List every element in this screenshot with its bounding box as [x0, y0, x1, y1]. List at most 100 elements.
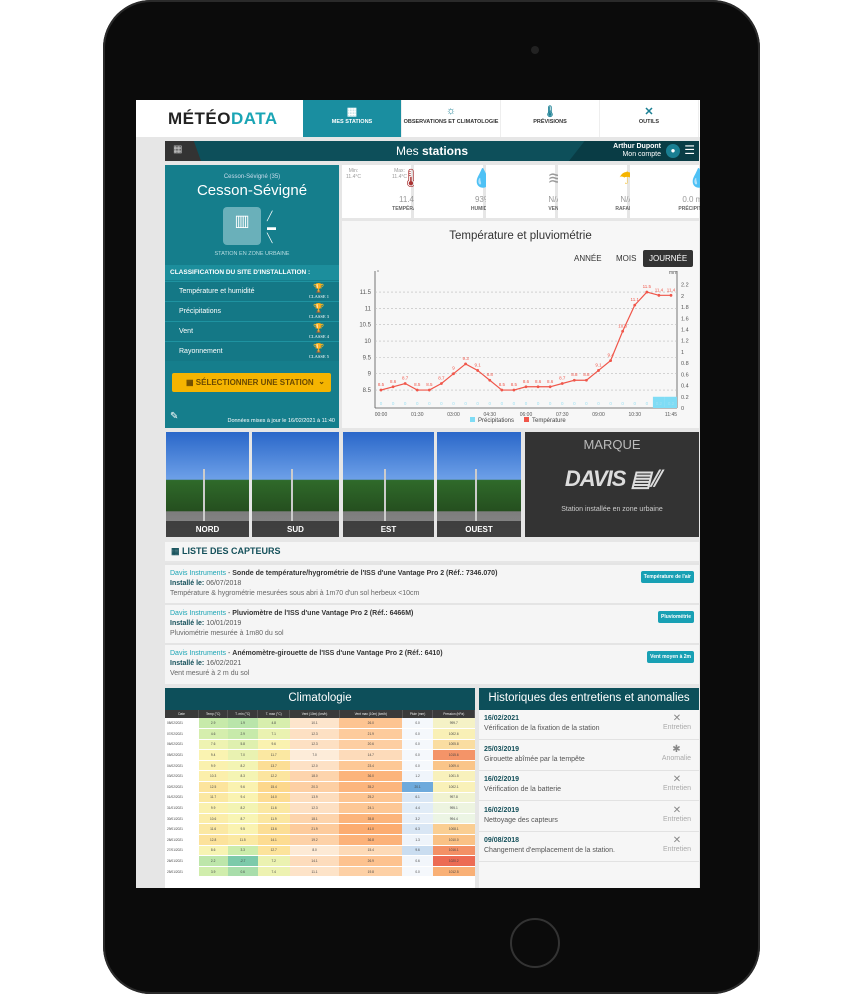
classification-badge: 🏆 CLASSE 4: [305, 323, 333, 339]
table-cell: 6.3: [402, 823, 433, 836]
column-header[interactable]: T. max (°C): [257, 710, 291, 718]
precip-label: 0: [621, 401, 624, 406]
table-cell: 24.1: [339, 802, 403, 814]
table-cell: 11.9: [257, 813, 290, 825]
temperature-label: 8.5: [499, 382, 506, 387]
column-header[interactable]: Pression (hPa): [432, 710, 475, 718]
station-panel: Cesson-Sévigné (35) Cesson-Sévigné ▥ ╱ ▬ ╲…: [165, 165, 339, 428]
trophy-icon: 🏆: [313, 303, 325, 313]
tab-previsions[interactable]: 🌡 PRÉVISIONS: [501, 100, 600, 137]
table-cell: 994.4: [432, 813, 475, 825]
table-cell: 5.8: [227, 739, 258, 751]
temperature-label: 10.3: [618, 323, 627, 328]
table-cell: 8.6: [198, 845, 228, 857]
climatology-title: Climatologie: [165, 688, 475, 710]
installed-date: 10/01/2019: [206, 620, 242, 627]
temperature-point: [597, 369, 600, 372]
installed-label: Installé le:: [170, 620, 205, 627]
tab-observations[interactable]: ☼ OBSERVATIONS ET CLIMATOLOGIE: [402, 100, 501, 137]
column-header[interactable]: Date: [165, 710, 200, 718]
history-item[interactable]: 16/02/2021 Vérification de la fixation de…: [479, 710, 699, 740]
history-item[interactable]: 16/02/2019 Nettoyage des capteurs ✕ Entreti…: [479, 802, 699, 832]
sensor-brand-link[interactable]: Davis Instruments: [170, 610, 226, 617]
photo-ouest[interactable]: OUEST: [437, 432, 521, 537]
table-cell: 997.8: [432, 792, 475, 804]
table-cell: 8.3: [227, 770, 258, 783]
station-name: Cesson-Sévigné: [196, 182, 308, 199]
history-item[interactable]: 09/08/2018 Changement d'emplacement de la…: [479, 832, 699, 862]
sensor-item: Davis Instruments - Anémomètre-girouette…: [165, 643, 699, 683]
station-rays-icon: ╱ ▬ ╲: [267, 211, 276, 243]
tab-mes-stations[interactable]: ▦ MES STATIONS: [303, 100, 402, 137]
classification-row: Température et humidité 🏆 CLASSE 1: [165, 281, 339, 301]
table-row: 02/02/2021 12.5 9.6 15.4 20.3 35.2 20.1 1002.1: [165, 781, 475, 793]
photo-sud[interactable]: SUD: [252, 432, 339, 537]
temperature-label: 8.7: [402, 376, 409, 381]
logo[interactable]: MÉTÉODATA: [168, 109, 278, 129]
table-cell: 0.0: [402, 749, 433, 761]
class-text: CLASSE 3: [308, 314, 330, 319]
hamburger-menu-icon[interactable]: ☰: [684, 143, 695, 157]
station-icon: ▦: [186, 378, 196, 387]
table-cell: 03/02/2021: [165, 770, 199, 783]
column-header[interactable]: Vent max (10m) (km/h): [339, 710, 403, 718]
table-cell: 3.3: [227, 845, 258, 857]
table-cell: 31/01/2021: [165, 802, 199, 814]
table-cell: 9.6: [402, 845, 433, 857]
table-cell: 05/02/2021: [165, 749, 199, 761]
sensor-description: Température & hygrométrie mesurées sous …: [170, 590, 420, 597]
edit-icon[interactable]: ✎: [170, 411, 178, 422]
temperature-label: 9.4: [607, 353, 614, 358]
photo-nord[interactable]: NORD: [166, 432, 249, 537]
history-type-label: Anomalie: [661, 754, 691, 762]
user-account-link[interactable]: Arthur Dupont Mon compte: [613, 143, 661, 159]
x-tick: 00:00: [375, 412, 388, 418]
history-item[interactable]: 16/02/2019 Vérification de la batterie ✕ En…: [479, 771, 699, 801]
y-tick-right: 0.4: [681, 384, 689, 390]
sensor-name: Anémomètre-girouette de l'ISS d'une Vant…: [232, 650, 443, 657]
temperature-point: [488, 378, 492, 382]
table-cell: 18.1: [289, 813, 340, 825]
temperature-point: [585, 378, 588, 382]
table-cell: 13.6: [257, 823, 290, 836]
classification-badge: 🏆 CLASSE 3: [305, 303, 333, 319]
weather-icon: ☼: [445, 105, 457, 117]
tab-outils[interactable]: ✕ OUTILS: [600, 100, 699, 137]
precip-label: 0: [440, 401, 443, 406]
station-zone: STATION EN ZONE URBAINE: [214, 251, 290, 257]
table-cell: 30/01/2021: [165, 813, 199, 825]
sensor-brand-link[interactable]: Davis Instruments: [170, 570, 226, 577]
column-header[interactable]: T. min (°C): [227, 710, 259, 718]
column-header[interactable]: Temp (°C): [198, 710, 229, 718]
column-header[interactable]: Pluie (mm): [402, 710, 434, 718]
table-cell: 0.6: [227, 866, 258, 878]
select-station-dropdown[interactable]: ▦ SÉLECTIONNER UNE STATION ⌄: [172, 373, 331, 392]
sensor-title: Davis Instruments - Sonde de température…: [170, 569, 694, 579]
table-cell: 2.2: [198, 855, 228, 867]
column-header[interactable]: Vent (10m) (km/h): [289, 710, 340, 718]
temperature-point: [476, 369, 480, 372]
tools-icon: ✕: [672, 804, 682, 816]
photo-est[interactable]: EST: [343, 432, 434, 537]
sensor-brand-link[interactable]: Davis Instruments: [170, 650, 226, 657]
table-cell: 7.2: [257, 855, 290, 867]
table-cell: 1015.6: [432, 749, 475, 761]
table-cell: 7.0: [289, 749, 340, 761]
temperature-label: 9.3: [462, 356, 469, 361]
table-cell: 13.7: [257, 760, 290, 772]
temperature-label: 11.1: [631, 297, 640, 302]
tools-icon: ✕: [672, 713, 682, 724]
update-timestamp: Données mises à jour le 16/02/2021 à 11:…: [227, 418, 335, 424]
app-screen: MÉTÉODATA ▦ MES STATIONS ☼ OBSERVATIONS ET…: [136, 100, 700, 888]
avatar[interactable]: ●: [666, 144, 680, 158]
table-cell: 1.3: [402, 834, 433, 846]
history-type-label: Entretien: [662, 846, 691, 853]
classification-row: Précipitations 🏆 CLASSE 3: [165, 301, 339, 321]
table-cell: 26.9: [339, 855, 403, 867]
history-item[interactable]: 25/03/2019 Girouette abîmée par la tempêt…: [479, 741, 699, 771]
tools-icon: ✕: [672, 835, 682, 846]
table-cell: 0.0: [402, 728, 433, 740]
trophy-icon: 🏆: [313, 343, 325, 353]
sensor-description: Pluviométrie mesurée à 1m80 du sol: [170, 630, 284, 637]
home-button[interactable]: [510, 918, 560, 968]
